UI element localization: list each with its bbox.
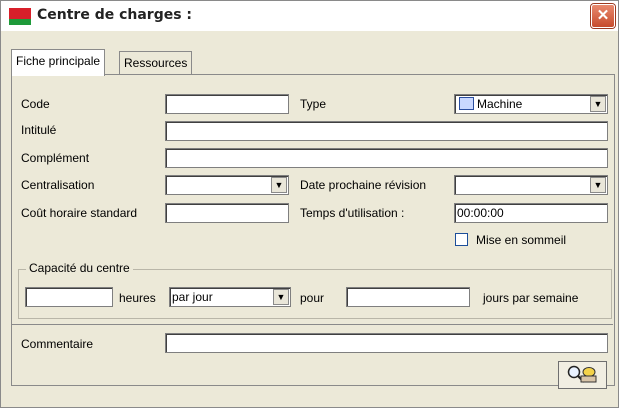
type-select[interactable]: Machine ▼	[454, 94, 608, 114]
tab-strip: Fiche principale Ressources	[1, 31, 618, 77]
machine-icon	[459, 97, 474, 110]
hours-field[interactable]	[25, 287, 113, 307]
code-field[interactable]	[165, 94, 289, 114]
chevron-down-icon[interactable]: ▼	[590, 177, 606, 193]
complement-field[interactable]	[165, 148, 608, 168]
centralisation-select[interactable]: ▼	[165, 175, 289, 195]
commentaire-field[interactable]	[165, 333, 608, 353]
cout-field[interactable]	[165, 203, 289, 223]
search-key-button[interactable]	[558, 361, 607, 389]
tab-ressources[interactable]: Ressources	[119, 51, 193, 74]
chevron-down-icon[interactable]: ▼	[273, 289, 289, 305]
sommeil-label: Mise en sommeil	[476, 233, 567, 247]
intitule-label: Intitulé	[21, 123, 57, 137]
close-button[interactable]: ✕	[591, 4, 615, 28]
chevron-down-icon[interactable]: ▼	[590, 96, 606, 112]
per-select[interactable]: par jour ▼	[169, 287, 291, 307]
temps-field[interactable]: 00:00:00	[454, 203, 608, 223]
commentaire-label: Commentaire	[21, 337, 94, 351]
search-key-icon	[567, 365, 596, 383]
chevron-down-icon[interactable]: ▼	[271, 177, 287, 193]
per-select-value: par jour	[172, 290, 213, 304]
separator	[11, 324, 613, 325]
cout-label: Coût horaire standard	[21, 206, 138, 220]
type-label: Type	[300, 97, 327, 111]
app-flag-icon	[9, 8, 31, 25]
dialog-window: Centre de charges : ✕ Fiche principale R…	[0, 0, 619, 408]
code-label: Code	[21, 97, 50, 111]
pour-label: pour	[300, 291, 325, 305]
type-select-value: Machine	[477, 97, 523, 111]
title-bar: Centre de charges : ✕	[1, 1, 618, 31]
centralisation-label: Centralisation	[21, 178, 95, 192]
date-select[interactable]: ▼	[454, 175, 608, 195]
days-field[interactable]	[346, 287, 470, 307]
window-title: Centre de charges :	[37, 7, 193, 23]
tab-fiche-principale[interactable]: Fiche principale	[11, 49, 106, 76]
jours-label: jours par semaine	[483, 291, 579, 305]
capacite-title: Capacité du centre	[26, 261, 133, 275]
complement-label: Complément	[21, 151, 90, 165]
heures-label: heures	[119, 291, 156, 305]
sommeil-checkbox[interactable]	[455, 233, 468, 246]
date-label: Date prochaine révision	[300, 178, 427, 192]
intitule-field[interactable]	[165, 121, 608, 141]
temps-label: Temps d'utilisation :	[300, 206, 405, 220]
